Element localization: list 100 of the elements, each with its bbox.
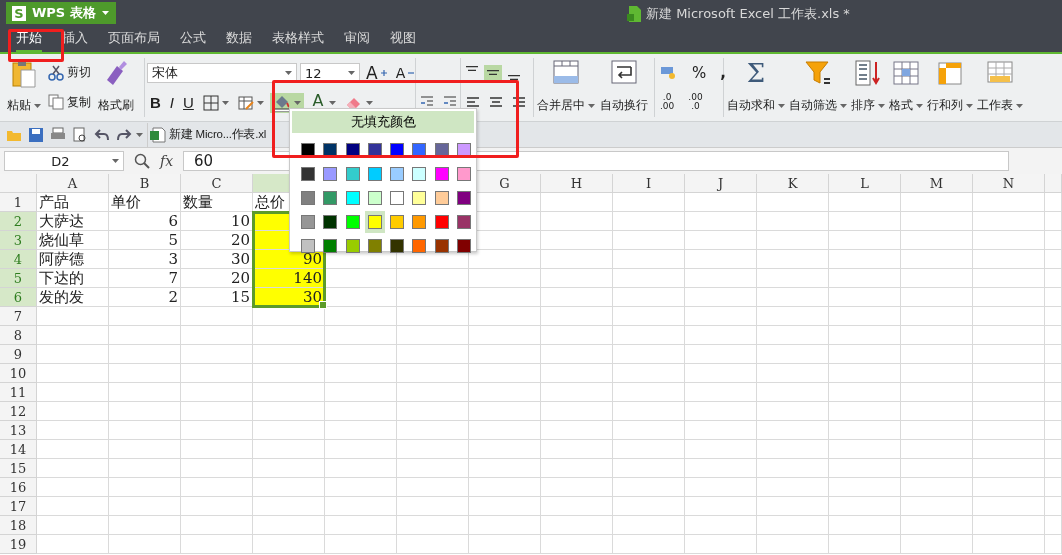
- color-swatch[interactable]: [456, 191, 471, 205]
- no-fill-button[interactable]: 无填充颜色: [292, 111, 474, 133]
- color-swatch[interactable]: [390, 167, 405, 181]
- row-header[interactable]: 14: [0, 440, 37, 459]
- row-header[interactable]: 15: [0, 459, 37, 478]
- function-label[interactable]: fx: [160, 153, 174, 169]
- decimal-button[interactable]: .0 .00: [657, 92, 678, 113]
- color-swatch[interactable]: [301, 215, 316, 229]
- color-swatch[interactable]: [390, 239, 405, 253]
- paste-button[interactable]: 粘贴: [6, 58, 42, 117]
- decimal-button[interactable]: .00 .0: [685, 92, 706, 113]
- color-swatch[interactable]: [323, 191, 338, 205]
- color-swatch[interactable]: [345, 239, 360, 253]
- color-swatch[interactable]: [323, 239, 338, 253]
- column-header[interactable]: J: [685, 174, 757, 193]
- font-name-field[interactable]: 宋体: [147, 63, 297, 84]
- column-header[interactable]: C: [181, 174, 253, 193]
- row-header[interactable]: 12: [0, 402, 37, 421]
- row-header[interactable]: 18: [0, 516, 37, 535]
- color-swatch[interactable]: [323, 167, 338, 181]
- vertical-align-button[interactable]: [484, 64, 502, 81]
- bold-button[interactable]: B: [147, 93, 164, 113]
- ribbon-button[interactable]: 自动筛选: [788, 58, 848, 117]
- row-header[interactable]: 8: [0, 326, 37, 345]
- cut-button[interactable]: 剪切: [45, 63, 94, 82]
- ribbon-tab[interactable]: 开始: [16, 26, 42, 52]
- color-swatch[interactable]: [456, 167, 471, 181]
- column-header[interactable]: N: [973, 174, 1045, 193]
- row-header[interactable]: 13: [0, 421, 37, 440]
- color-swatch[interactable]: [367, 191, 382, 205]
- color-swatch[interactable]: [301, 239, 316, 253]
- color-swatch[interactable]: [434, 167, 449, 181]
- row-header[interactable]: 1: [0, 193, 37, 212]
- row-header[interactable]: 10: [0, 364, 37, 383]
- ribbon-tab[interactable]: 数据: [226, 26, 252, 52]
- name-box[interactable]: D2: [4, 151, 124, 171]
- color-swatch[interactable]: [345, 167, 360, 181]
- copy-button[interactable]: 复制: [45, 93, 94, 112]
- color-swatch[interactable]: [367, 167, 382, 181]
- merge-center-button[interactable]: 合并居中: [536, 58, 596, 117]
- ribbon-tab[interactable]: 表格样式: [272, 26, 324, 52]
- color-swatch[interactable]: [412, 215, 427, 229]
- ribbon-tab[interactable]: 插入: [62, 26, 88, 52]
- wrap-text-button[interactable]: 自动换行: [599, 58, 649, 117]
- color-swatch[interactable]: [412, 191, 427, 205]
- color-swatch[interactable]: [301, 167, 316, 181]
- shrink-font-button[interactable]: A: [392, 64, 418, 83]
- row-header[interactable]: 2: [0, 212, 37, 231]
- color-swatch[interactable]: [456, 215, 471, 229]
- row-header[interactable]: 16: [0, 478, 37, 497]
- row-header[interactable]: 5: [0, 269, 37, 288]
- column-header[interactable]: I: [613, 174, 685, 193]
- row-header[interactable]: 17: [0, 497, 37, 516]
- color-swatch[interactable]: [434, 215, 449, 229]
- save-button[interactable]: [26, 125, 46, 144]
- document-tab[interactable]: 新建 Micro...作表.xl: [147, 122, 269, 147]
- column-header[interactable]: B: [109, 174, 181, 193]
- ribbon-button[interactable]: 行和列: [926, 58, 974, 117]
- column-header[interactable]: L: [829, 174, 901, 193]
- ribbon-tab[interactable]: 视图: [390, 26, 416, 52]
- color-swatch[interactable]: [390, 215, 405, 229]
- app-menu-button[interactable]: S WPS 表格: [6, 2, 116, 24]
- color-swatch[interactable]: [456, 239, 471, 253]
- italic-button[interactable]: I: [166, 93, 177, 113]
- ribbon-tab[interactable]: 审阅: [344, 26, 370, 52]
- ribbon-button[interactable]: 工作表: [976, 58, 1024, 117]
- ribbon-button[interactable]: 排序: [850, 58, 886, 117]
- row-header[interactable]: 7: [0, 307, 37, 326]
- column-header[interactable]: K: [757, 174, 829, 193]
- row-header[interactable]: 11: [0, 383, 37, 402]
- format-painter-button[interactable]: 格式刷: [97, 58, 135, 117]
- column-header[interactable]: M: [901, 174, 973, 193]
- color-swatch[interactable]: [412, 167, 427, 181]
- row-header[interactable]: 4: [0, 250, 37, 269]
- color-swatch[interactable]: [323, 215, 338, 229]
- color-swatch[interactable]: [345, 191, 360, 205]
- color-swatch[interactable]: [434, 239, 449, 253]
- row-header[interactable]: 6: [0, 288, 37, 307]
- ribbon-button[interactable]: Σ 自动求和: [726, 58, 786, 117]
- row-header[interactable]: 19: [0, 535, 37, 554]
- color-swatch[interactable]: [367, 239, 382, 253]
- column-header[interactable]: H: [541, 174, 613, 193]
- empty-cell: [469, 326, 541, 345]
- ribbon-button[interactable]: 格式: [888, 58, 924, 117]
- row-header[interactable]: 9: [0, 345, 37, 364]
- ribbon-tab[interactable]: 页面布局: [108, 26, 160, 52]
- color-swatch[interactable]: [301, 191, 316, 205]
- color-swatch[interactable]: [367, 215, 382, 229]
- column-header[interactable]: A: [37, 174, 109, 193]
- comma-button[interactable]: ,: [717, 62, 729, 83]
- color-swatch[interactable]: [390, 191, 405, 205]
- grow-font-button[interactable]: A: [363, 62, 390, 85]
- color-swatch[interactable]: [412, 239, 427, 253]
- color-swatch[interactable]: [434, 191, 449, 205]
- fill-handle[interactable]: [319, 301, 327, 309]
- row-header[interactable]: 3: [0, 231, 37, 250]
- color-swatch[interactable]: [345, 215, 360, 229]
- percent-button[interactable]: %: [689, 62, 710, 83]
- ribbon-tab[interactable]: 公式: [180, 26, 206, 52]
- underline-button[interactable]: U: [180, 93, 197, 113]
